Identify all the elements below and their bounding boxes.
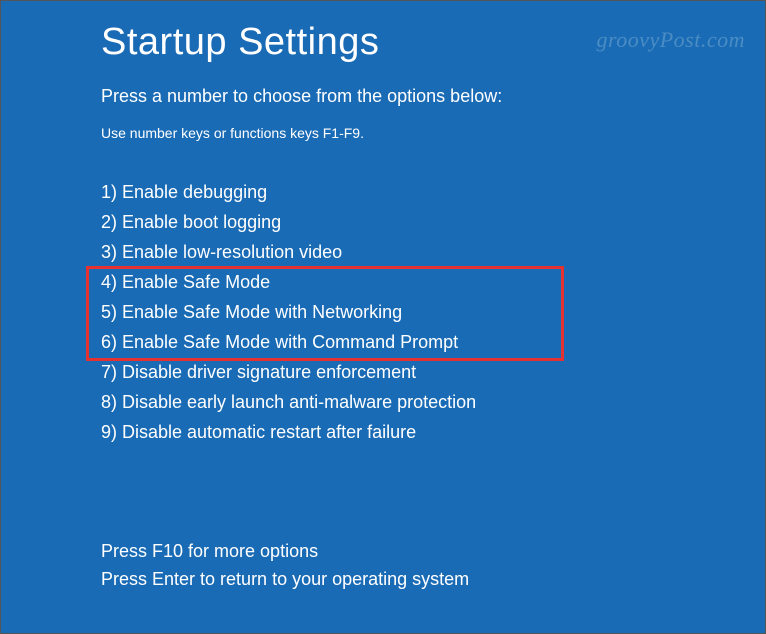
option-enable-safe-mode-command-prompt[interactable]: 6) Enable Safe Mode with Command Prompt xyxy=(101,327,765,357)
footer-instructions: Press F10 for more options Press Enter t… xyxy=(101,537,765,593)
option-disable-anti-malware[interactable]: 8) Disable early launch anti-malware pro… xyxy=(101,387,765,417)
instruction-subtitle: Press a number to choose from the option… xyxy=(101,86,765,107)
more-options-hint: Press F10 for more options xyxy=(101,537,765,565)
startup-settings-screen: Startup Settings Press a number to choos… xyxy=(1,1,765,593)
watermark-text: groovyPost.com xyxy=(596,27,745,53)
key-hint: Use number keys or functions keys F1-F9. xyxy=(101,125,765,141)
option-disable-driver-signature[interactable]: 7) Disable driver signature enforcement xyxy=(101,357,765,387)
options-list: 1) Enable debugging 2) Enable boot loggi… xyxy=(101,177,765,447)
option-enable-boot-logging[interactable]: 2) Enable boot logging xyxy=(101,207,765,237)
option-enable-low-resolution-video[interactable]: 3) Enable low-resolution video xyxy=(101,237,765,267)
option-disable-automatic-restart[interactable]: 9) Disable automatic restart after failu… xyxy=(101,417,765,447)
option-enable-safe-mode[interactable]: 4) Enable Safe Mode xyxy=(101,267,765,297)
option-enable-safe-mode-networking[interactable]: 5) Enable Safe Mode with Networking xyxy=(101,297,765,327)
return-hint: Press Enter to return to your operating … xyxy=(101,565,765,593)
option-enable-debugging[interactable]: 1) Enable debugging xyxy=(101,177,765,207)
